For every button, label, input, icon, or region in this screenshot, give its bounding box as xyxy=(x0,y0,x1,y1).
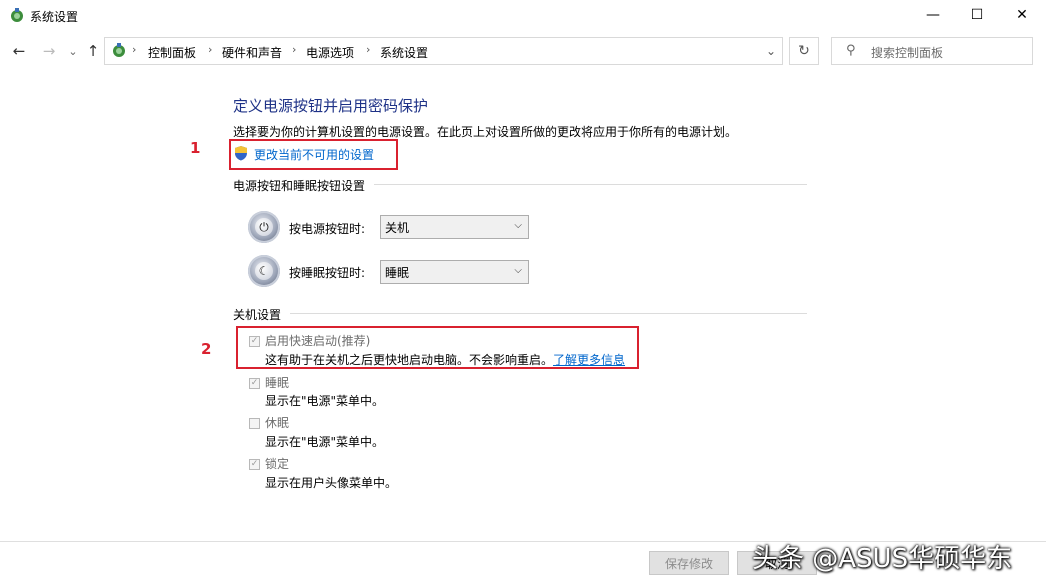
control-panel-icon xyxy=(113,43,125,57)
page-title: 定义电源按钮并启用密码保护 xyxy=(233,97,429,115)
annotation-marker-2: 2 xyxy=(201,340,212,358)
lock-checkbox[interactable]: ✓ xyxy=(249,459,260,470)
hibernate-label: 休眠 xyxy=(265,416,290,430)
group-divider xyxy=(290,313,807,314)
sleep-button-label: 按睡眠按钮时: xyxy=(289,266,366,280)
refresh-button[interactable]: ↻ xyxy=(789,37,819,65)
sleep-button-icon: ☾ xyxy=(248,255,280,287)
up-button[interactable]: ↑ xyxy=(82,40,104,62)
lock-description: 显示在用户头像菜单中。 xyxy=(265,476,398,490)
search-icon: ⚲ xyxy=(846,43,856,58)
minimize-button[interactable]: — xyxy=(910,0,956,30)
sleep-checkbox[interactable]: ✓ xyxy=(249,378,260,389)
highlight-box-2 xyxy=(236,326,639,369)
chevron-down-icon: ⌵ xyxy=(514,265,522,276)
control-panel-icon xyxy=(11,8,23,22)
maximize-button[interactable]: ☐ xyxy=(954,0,1000,30)
title-bar xyxy=(0,0,1046,30)
power-button-value: 关机 xyxy=(385,220,410,235)
sleep-button-value: 睡眠 xyxy=(385,265,410,280)
power-button-select[interactable]: 关机 ⌵ xyxy=(380,215,529,239)
breadcrumb-separator: › xyxy=(292,43,297,56)
chevron-down-icon: ⌵ xyxy=(514,220,522,231)
breadcrumb-separator: › xyxy=(366,43,371,56)
power-group-title: 电源按钮和睡眠按钮设置 xyxy=(233,179,366,193)
breadcrumb-power-options[interactable]: 电源选项 xyxy=(306,44,354,61)
breadcrumb-separator: › xyxy=(132,43,137,56)
shutdown-group-title: 关机设置 xyxy=(233,308,282,322)
breadcrumb-system-settings[interactable]: 系统设置 xyxy=(380,44,428,61)
highlight-box-1 xyxy=(229,139,398,170)
lock-label: 锁定 xyxy=(265,457,290,471)
power-button-label: 按电源按钮时: xyxy=(289,222,366,236)
breadcrumb-hardware-sound[interactable]: 硬件和声音 xyxy=(222,44,282,61)
recent-locations-button[interactable]: ⌄ xyxy=(62,40,84,62)
annotation-marker-1: 1 xyxy=(190,139,201,157)
search-placeholder: 搜索控制面板 xyxy=(871,46,944,60)
breadcrumb-control-panel[interactable]: 控制面板 xyxy=(148,44,196,61)
group-divider xyxy=(374,184,807,185)
forward-button[interactable]: → xyxy=(38,40,60,62)
breadcrumb-separator: › xyxy=(208,43,213,56)
window-title: 系统设置 xyxy=(30,10,79,24)
sleep-description: 显示在"电源"菜单中。 xyxy=(265,394,385,408)
address-bar[interactable] xyxy=(104,37,783,65)
watermark-text: 头条 @ASUS华硕华东 xyxy=(752,544,1013,574)
sleep-button-select[interactable]: 睡眠 ⌵ xyxy=(380,260,529,284)
power-button-icon: ⏻ xyxy=(248,211,280,243)
close-button[interactable]: ✕ xyxy=(999,0,1045,30)
hibernate-description: 显示在"电源"菜单中。 xyxy=(265,435,385,449)
hibernate-checkbox[interactable] xyxy=(249,418,260,429)
save-changes-button[interactable]: 保存修改 xyxy=(649,551,729,575)
back-button[interactable]: ← xyxy=(8,40,30,62)
sleep-label: 睡眠 xyxy=(265,376,290,390)
address-dropdown-button[interactable]: ⌄ xyxy=(760,40,782,62)
page-description: 选择要为你的计算机设置的电源设置。在此页上对设置所做的更改将应用于你所有的电源计… xyxy=(233,125,738,139)
